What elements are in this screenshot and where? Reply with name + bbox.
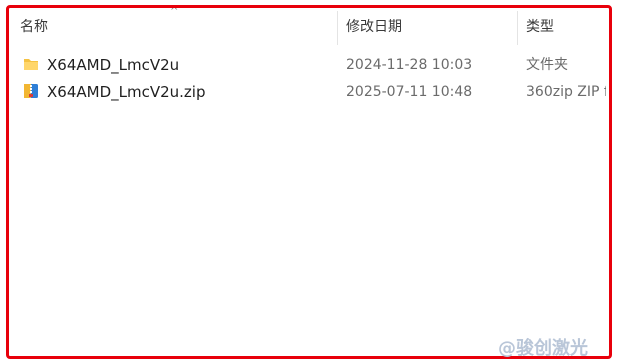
column-header-name[interactable]: 名称 — [20, 9, 48, 45]
file-date-modified: 2025-07-11 10:48 — [346, 84, 473, 100]
sort-ascending-icon: ^ — [170, 6, 179, 17]
watermark-text: @骏创激光 — [498, 338, 588, 359]
file-name: X64AMD_LmcV2u.zip — [47, 83, 206, 101]
column-header-date-modified[interactable]: 修改日期 — [346, 9, 402, 45]
file-date-modified: 2024-11-28 10:03 — [346, 57, 473, 73]
file-type: 360zip ZIP file — [526, 84, 606, 100]
column-divider[interactable] — [517, 11, 518, 45]
file-name: X64AMD_LmcV2u — [47, 56, 180, 74]
file-row-zip[interactable]: X64AMD_LmcV2u.zip 2025-07-11 10:48 360zi… — [16, 79, 606, 105]
column-header-bar: ^ 名称 修改日期 类型 — [0, 6, 617, 45]
file-explorer-window: ^ 名称 修改日期 类型 X64AMD_LmcV2u 2024-11-28 10… — [0, 0, 617, 360]
folder-icon — [22, 55, 40, 73]
column-header-type[interactable]: 类型 — [526, 9, 554, 45]
column-divider[interactable] — [337, 11, 338, 45]
file-row-folder[interactable]: X64AMD_LmcV2u 2024-11-28 10:03 文件夹 — [16, 52, 606, 78]
file-type: 文件夹 — [526, 57, 568, 73]
zip-archive-icon — [22, 82, 40, 100]
